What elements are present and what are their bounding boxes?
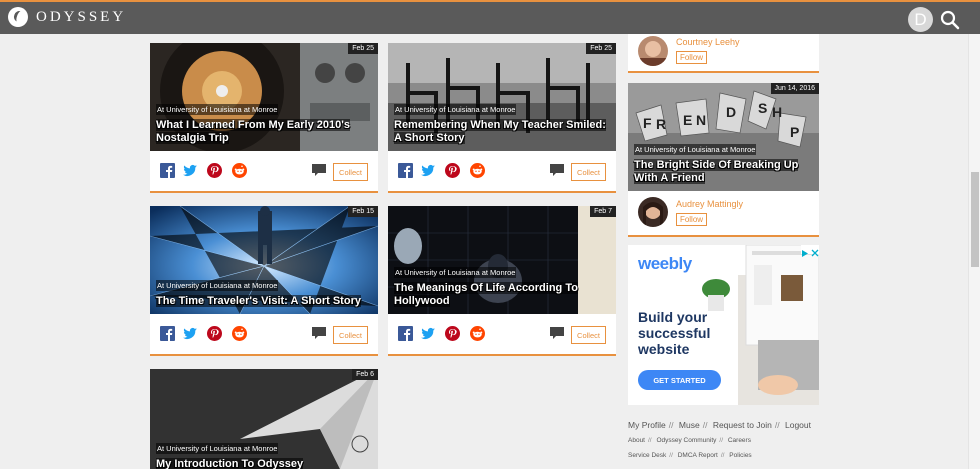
article-image[interactable]: Feb 6 At University of Louisiana at Monr… — [150, 369, 378, 469]
svg-text:P: P — [790, 124, 799, 140]
search-icon[interactable] — [940, 10, 960, 30]
reddit-icon[interactable] — [470, 326, 485, 341]
sidebar-feature-card[interactable]: FR EN D SHP Jun 14, 2016 At University of L… — [628, 83, 819, 237]
comment-icon[interactable] — [312, 164, 326, 176]
top-navigation-bar: ODYSSEY D — [0, 0, 980, 34]
sidebar-author-card: Courtney Leehy Follow — [628, 34, 819, 73]
odyssey-logo[interactable]: ODYSSEY — [8, 7, 126, 27]
share-bar: Collect — [388, 314, 616, 354]
footer-links-secondary: About// Odyssey Community// Careers — [628, 437, 751, 444]
twitter-icon[interactable] — [421, 163, 436, 178]
author-avatar[interactable] — [638, 197, 668, 227]
article-location[interactable]: At University of Louisiana at Monroe — [394, 267, 517, 278]
footer-links-primary: My Profile// Muse// Request to Join// Lo… — [628, 420, 811, 430]
logout-link[interactable]: Logout — [785, 420, 811, 430]
svg-text:S: S — [758, 100, 767, 116]
article-title[interactable]: The Meanings Of Life According To Hollyw… — [394, 282, 610, 308]
article-card[interactable]: Feb 25 At University of Louisiana at Mon… — [150, 43, 378, 193]
odyssey-community-link[interactable]: Odyssey Community — [656, 437, 716, 444]
svg-text:R: R — [656, 116, 666, 132]
pinterest-icon[interactable] — [445, 326, 460, 341]
about-link[interactable]: About — [628, 437, 645, 444]
collect-button[interactable]: Collect — [333, 163, 368, 181]
svg-text:D: D — [726, 104, 736, 120]
twitter-icon[interactable] — [183, 326, 198, 341]
ad-headline[interactable]: Build your successful website — [638, 309, 738, 357]
article-card[interactable]: Feb 6 At University of Louisiana at Monr… — [150, 369, 378, 469]
article-card[interactable]: Feb 15 At University of Louisiana at Mon… — [150, 206, 378, 356]
reddit-icon[interactable] — [470, 163, 485, 178]
scrollbar-thumb[interactable] — [971, 172, 979, 267]
svg-text:H: H — [772, 104, 782, 120]
article-location[interactable]: At University of Louisiana at Monroe — [156, 280, 279, 291]
weebly-advertisement[interactable]: weebly Build your successful website GET… — [628, 245, 819, 405]
share-bar: Collect — [150, 314, 378, 354]
article-card[interactable]: Feb 7 At University of Louisiana at Monr… — [388, 206, 616, 356]
article-location[interactable]: At University of Louisiana at Monroe — [156, 443, 279, 454]
comment-icon[interactable] — [312, 327, 326, 339]
get-started-button[interactable]: GET STARTED — [638, 370, 721, 390]
article-image[interactable]: Feb 25 At University of Louisiana at Mon… — [150, 43, 378, 151]
reddit-icon[interactable] — [232, 163, 247, 178]
reddit-icon[interactable] — [232, 326, 247, 341]
policies-link[interactable]: Policies — [729, 452, 751, 459]
pinterest-icon[interactable] — [445, 163, 460, 178]
facebook-icon[interactable] — [398, 326, 413, 341]
twitter-icon[interactable] — [183, 163, 198, 178]
article-date: Feb 25 — [348, 43, 378, 54]
article-location[interactable]: At University of Louisiana at Monroe — [634, 144, 757, 155]
article-title[interactable]: The Time Traveler's Visit: A Short Story — [156, 295, 372, 308]
comment-icon[interactable] — [550, 327, 564, 339]
my-profile-link[interactable]: My Profile — [628, 420, 666, 430]
article-title[interactable]: Remembering When My Teacher Smiled: A Sh… — [394, 119, 610, 145]
author-name[interactable]: Audrey Mattingly — [676, 199, 743, 209]
follow-button[interactable]: Follow — [676, 51, 707, 64]
article-image[interactable]: Feb 25 At University of Louisiana at Mon… — [388, 43, 616, 151]
ad-brand[interactable]: weebly — [638, 254, 692, 274]
dmca-report-link[interactable]: DMCA Report — [678, 452, 718, 459]
article-date: Feb 6 — [352, 369, 378, 380]
svg-text:E: E — [683, 112, 692, 128]
article-title[interactable]: The Bright Side Of Breaking Up With A Fr… — [634, 159, 813, 185]
svg-text:N: N — [696, 112, 706, 128]
collect-button[interactable]: Collect — [333, 326, 368, 344]
article-location[interactable]: At University of Louisiana at Monroe — [394, 104, 517, 115]
article-title[interactable]: What I Learned From My Early 2010's Nost… — [156, 119, 372, 145]
article-date: Feb 25 — [586, 43, 616, 54]
careers-link[interactable]: Careers — [728, 437, 751, 444]
service-desk-link[interactable]: Service Desk — [628, 452, 666, 459]
article-image[interactable]: Feb 15 At University of Louisiana at Mon… — [150, 206, 378, 314]
article-date: Jun 14, 2016 — [770, 83, 819, 94]
pinterest-icon[interactable] — [207, 326, 222, 341]
facebook-icon[interactable] — [160, 326, 175, 341]
article-card[interactable]: Feb 25 At University of Louisiana at Mon… — [388, 43, 616, 193]
request-to-join-link[interactable]: Request to Join — [713, 420, 772, 430]
author-name[interactable]: Courtney Leehy — [676, 37, 740, 47]
collect-button[interactable]: Collect — [571, 326, 606, 344]
brand-name: ODYSSEY — [36, 8, 127, 25]
share-bar: Collect — [388, 151, 616, 191]
article-image[interactable]: FR EN D SHP Jun 14, 2016 At University of L… — [628, 83, 819, 191]
article-location[interactable]: At University of Louisiana at Monroe — [156, 104, 279, 115]
article-date: Feb 15 — [348, 206, 378, 217]
article-image[interactable]: Feb 7 At University of Louisiana at Monr… — [388, 206, 616, 314]
facebook-icon[interactable] — [160, 163, 175, 178]
footer-links-tertiary: Service Desk// DMCA Report// Policies — [628, 452, 752, 459]
comment-icon[interactable] — [550, 164, 564, 176]
pinterest-icon[interactable] — [207, 163, 222, 178]
share-bar: Collect — [150, 151, 378, 191]
svg-text:F: F — [643, 115, 652, 131]
follow-button[interactable]: Follow — [676, 213, 707, 226]
user-avatar[interactable]: D — [908, 7, 933, 32]
twitter-icon[interactable] — [421, 326, 436, 341]
author-avatar[interactable] — [638, 36, 668, 66]
facebook-icon[interactable] — [398, 163, 413, 178]
ad-choices[interactable] — [801, 245, 819, 257]
odyssey-logo-icon — [8, 7, 28, 27]
page-scrollbar[interactable] — [968, 34, 980, 469]
article-title[interactable]: My Introduction To Odyssey — [156, 458, 372, 469]
article-date: Feb 7 — [590, 206, 616, 217]
muse-link[interactable]: Muse — [679, 420, 700, 430]
collect-button[interactable]: Collect — [571, 163, 606, 181]
